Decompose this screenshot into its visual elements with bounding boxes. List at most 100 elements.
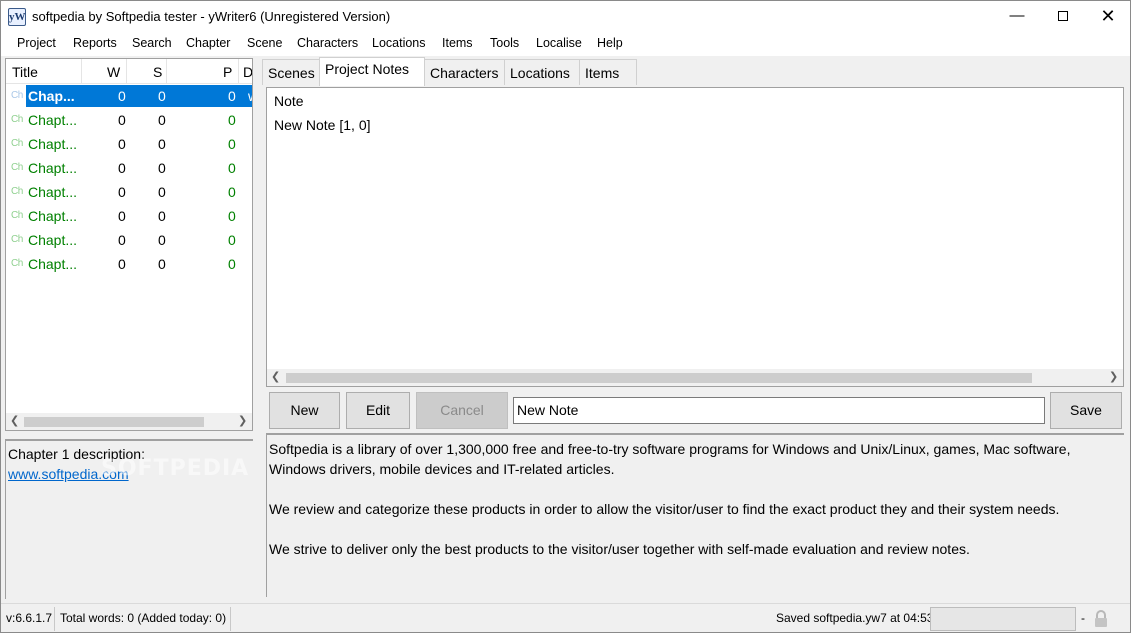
menu-locations[interactable]: Locations (372, 36, 426, 50)
chapter-icon: Ch (11, 186, 23, 197)
save-button[interactable]: Save (1050, 392, 1122, 429)
minimize-button[interactable]: — (994, 1, 1040, 32)
menu-search[interactable]: Search (132, 36, 172, 50)
chapter-row[interactable]: Ch Chapt... 0 0 0 (6, 157, 252, 181)
maximize-button[interactable] (1040, 1, 1086, 32)
menu-localise[interactable]: Localise (536, 36, 582, 50)
scrollbar-thumb[interactable] (24, 417, 204, 427)
chapter-p: 0 (228, 160, 236, 176)
chapter-p: 0 (228, 256, 236, 272)
chapter-list[interactable]: Title W S P D Ch Chap... 0 0 0 w Ch Chap… (5, 58, 253, 431)
chapter-row[interactable]: Ch Chapt... 0 0 0 (6, 133, 252, 157)
new-note-button[interactable]: New (269, 392, 340, 429)
column-words[interactable]: W (107, 64, 120, 80)
chapter-list-header: Title W S P D (6, 59, 252, 84)
menu-help[interactable]: Help (597, 36, 623, 50)
chapter-scenes: 0 (158, 160, 166, 176)
chapter-p: 0 (228, 232, 236, 248)
chapter-icon: Ch (11, 210, 23, 221)
chapter-scenes: 0 (158, 208, 166, 224)
chapter-title: Chapt... (28, 112, 78, 128)
cancel-button[interactable]: Cancel (416, 392, 508, 429)
chapter-scenes: 0 (158, 136, 166, 152)
scrollbar-thumb[interactable] (286, 373, 1032, 383)
tab-project-notes[interactable]: Project Notes (319, 57, 425, 86)
note-item[interactable]: New Note [1, 0] (274, 117, 371, 133)
chapter-list-scrollbar[interactable]: ❮ ❯ (6, 413, 252, 430)
column-p[interactable]: P (223, 64, 232, 80)
column-d[interactable]: D (243, 64, 252, 80)
chapter-icon: Ch (11, 258, 23, 269)
note-paragraph: We review and categorize these products … (269, 501, 1060, 517)
close-icon: ✕ (1100, 6, 1116, 26)
chapter-row[interactable]: Ch Chap... 0 0 0 w (6, 85, 252, 109)
chapter-scenes: 0 (158, 184, 166, 200)
menu-reports[interactable]: Reports (73, 36, 117, 50)
note-paragraph: We strive to deliver only the best produ… (269, 541, 970, 557)
status-version: v:6.6.1.7 (6, 611, 53, 625)
tab-items[interactable]: Items (579, 59, 637, 85)
menu-items[interactable]: Items (442, 36, 473, 50)
chapter-scenes: 0 (158, 232, 166, 248)
chapter-title: Chapt... (28, 256, 78, 272)
chapter-title: Chap... (28, 88, 75, 104)
title-bar: yW softpedia by Softpedia tester - yWrit… (1, 1, 1130, 32)
chapter-words: 0 (118, 232, 126, 248)
menu-characters[interactable]: Characters (297, 36, 358, 50)
chapter-words: 0 (118, 184, 126, 200)
chapter-row[interactable]: Ch Chapt... 0 0 0 (6, 109, 252, 133)
menu-scene[interactable]: Scene (247, 36, 282, 50)
chapter-scenes: 0 (158, 112, 166, 128)
chapter-words: 0 (118, 208, 126, 224)
chapter-p: 0 (228, 88, 236, 104)
chapter-icon: Ch (11, 90, 23, 101)
column-scenes[interactable]: S (153, 64, 162, 80)
tab-characters[interactable]: Characters (424, 59, 505, 85)
chapter-icon: Ch (11, 114, 23, 125)
chapter-scenes: 0 (158, 256, 166, 272)
chapter-d: w (248, 88, 252, 104)
chapter-title: Chapt... (28, 232, 78, 248)
scroll-right-icon[interactable]: ❯ (238, 414, 247, 427)
tab-scenes[interactable]: Scenes (262, 59, 320, 85)
chapter-row[interactable]: Ch Chapt... 0 0 0 (6, 229, 252, 253)
chapter-p: 0 (228, 112, 236, 128)
chapter-title: Chapt... (28, 160, 78, 176)
menu-tools[interactable]: Tools (490, 36, 519, 50)
note-paragraph: Softpedia is a library of over 1,300,000… (269, 441, 1071, 477)
menu-chapter[interactable]: Chapter (186, 36, 230, 50)
app-icon: yW (8, 8, 26, 26)
status-saved: Saved softpedia.yw7 at 04:53 (776, 611, 934, 625)
chapter-row[interactable]: Ch Chapt... 0 0 0 (6, 181, 252, 205)
chapter-p: 0 (228, 208, 236, 224)
chapter-words: 0 (118, 112, 126, 128)
chapter-icon: Ch (11, 234, 23, 245)
window-title: softpedia by Softpedia tester - yWriter6… (32, 9, 391, 24)
notes-list[interactable]: Note New Note [1, 0] ❮ ❯ (266, 87, 1124, 387)
scroll-right-icon[interactable]: ❯ (1109, 370, 1118, 383)
chapter-title: Chapt... (28, 136, 78, 152)
chapter-row[interactable]: Ch Chapt... 0 0 0 (6, 205, 252, 229)
note-name-input[interactable]: New Note (513, 397, 1045, 424)
status-bar: v:6.6.1.7 Total words: 0 (Added today: 0… (1, 603, 1130, 632)
notes-column-header[interactable]: Note (274, 93, 304, 109)
menu-bar: Project Reports Search Chapter Scene Cha… (1, 32, 1130, 56)
column-title[interactable]: Title (12, 64, 38, 80)
chapter-scenes: 0 (158, 88, 166, 104)
chapter-p: 0 (228, 184, 236, 200)
close-button[interactable]: ✕ (1085, 1, 1131, 32)
chapter-words: 0 (118, 160, 126, 176)
status-dash: - (1081, 611, 1085, 625)
notes-list-scrollbar[interactable]: ❮ ❯ (267, 369, 1123, 386)
chapter-row[interactable]: Ch Chapt... 0 0 0 (6, 253, 252, 277)
status-total-words: Total words: 0 (Added today: 0) (60, 611, 227, 625)
scroll-left-icon[interactable]: ❮ (271, 370, 280, 383)
edit-note-button[interactable]: Edit (346, 392, 410, 429)
tab-locations[interactable]: Locations (504, 59, 580, 85)
menu-project[interactable]: Project (17, 36, 56, 50)
note-text-area[interactable]: Softpedia is a library of over 1,300,000… (266, 433, 1124, 597)
scroll-left-icon[interactable]: ❮ (10, 414, 19, 427)
chapter-p: 0 (228, 136, 236, 152)
lock-icon[interactable] (1093, 610, 1109, 628)
chapter-title: Chapt... (28, 184, 78, 200)
